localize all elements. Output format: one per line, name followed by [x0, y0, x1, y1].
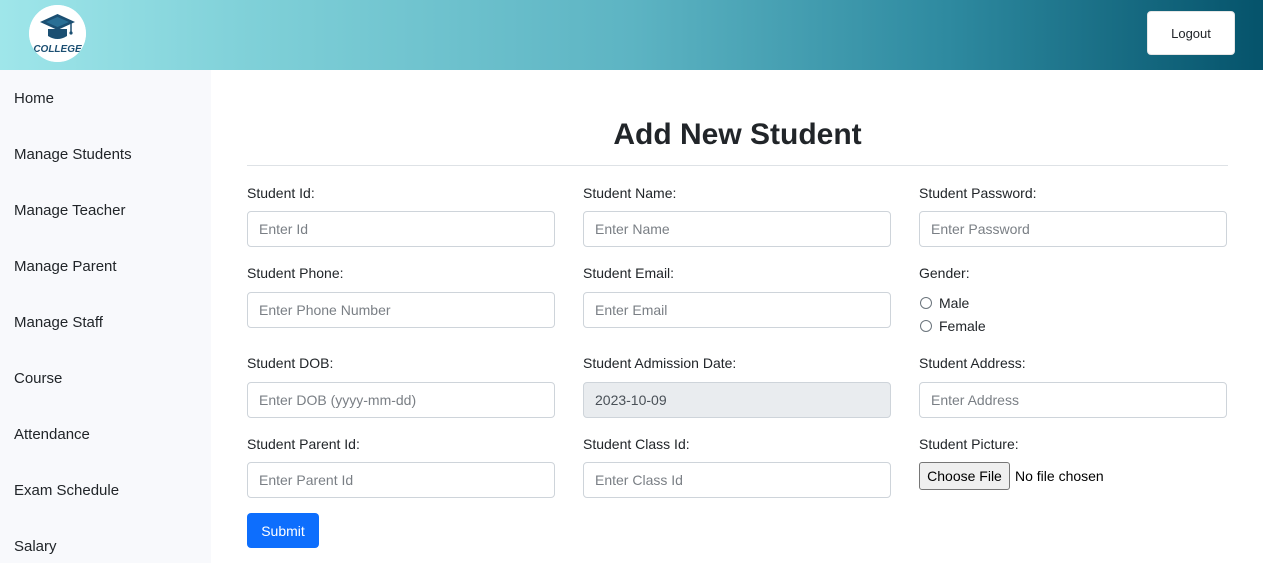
- sidebar-item-home[interactable]: Home: [14, 90, 54, 108]
- sidebar-item-manage-students[interactable]: Manage Students: [14, 146, 132, 164]
- svg-text:COLLEGE: COLLEGE: [33, 44, 82, 55]
- student-id-label: Student Id:: [247, 185, 315, 201]
- sidebar-item-exam-schedule[interactable]: Exam Schedule: [14, 482, 119, 500]
- student-dob-input[interactable]: [247, 382, 555, 418]
- sidebar-item-manage-parent[interactable]: Manage Parent: [14, 258, 117, 276]
- student-password-input[interactable]: [919, 211, 1227, 247]
- sidebar-item-manage-teacher[interactable]: Manage Teacher: [14, 202, 125, 220]
- student-name-label: Student Name:: [583, 185, 677, 201]
- student-phone-input[interactable]: [247, 292, 555, 328]
- class-id-input[interactable]: [583, 462, 891, 498]
- student-name-input[interactable]: [583, 211, 891, 247]
- class-id-label: Student Class Id:: [583, 436, 690, 452]
- student-email-label: Student Email:: [583, 265, 675, 281]
- college-logo[interactable]: COLLEGE: [29, 5, 86, 62]
- admission-date-input: [583, 382, 891, 418]
- gender-label: Gender:: [919, 265, 970, 281]
- sidebar-item-salary[interactable]: Salary: [14, 538, 57, 556]
- top-header: COLLEGE Logout: [0, 0, 1263, 70]
- female-radio[interactable]: [920, 320, 932, 332]
- male-radio-label: Male: [939, 295, 970, 311]
- sidebar-item-attendance[interactable]: Attendance: [14, 426, 90, 444]
- student-address-label: Student Address:: [919, 355, 1026, 371]
- student-dob-label: Student DOB:: [247, 355, 334, 371]
- submit-button[interactable]: Submit: [247, 513, 319, 548]
- female-radio-label: Female: [939, 318, 986, 334]
- sidebar-item-course[interactable]: Course: [14, 370, 62, 388]
- sidebar-item-manage-staff[interactable]: Manage Staff: [14, 314, 103, 332]
- student-picture-label: Student Picture:: [919, 436, 1019, 452]
- student-address-input[interactable]: [919, 382, 1227, 418]
- choose-file-button[interactable]: Choose File: [919, 462, 1010, 490]
- student-email-input[interactable]: [583, 292, 891, 328]
- admission-date-label: Student Admission Date:: [583, 355, 737, 371]
- page-title: Add New Student: [613, 118, 862, 151]
- parent-id-input[interactable]: [247, 462, 555, 498]
- male-radio[interactable]: [920, 297, 932, 309]
- graduation-cap-icon: COLLEGE: [29, 5, 86, 62]
- student-phone-label: Student Phone:: [247, 265, 344, 281]
- parent-id-label: Student Parent Id:: [247, 436, 360, 452]
- student-id-input[interactable]: [247, 211, 555, 247]
- gender-option-male[interactable]: Male: [919, 295, 969, 311]
- gender-option-female[interactable]: Female: [919, 318, 986, 334]
- file-status-text: No file chosen: [1015, 468, 1104, 484]
- title-divider: [247, 165, 1228, 166]
- student-password-label: Student Password:: [919, 185, 1037, 201]
- logout-button[interactable]: Logout: [1147, 11, 1235, 55]
